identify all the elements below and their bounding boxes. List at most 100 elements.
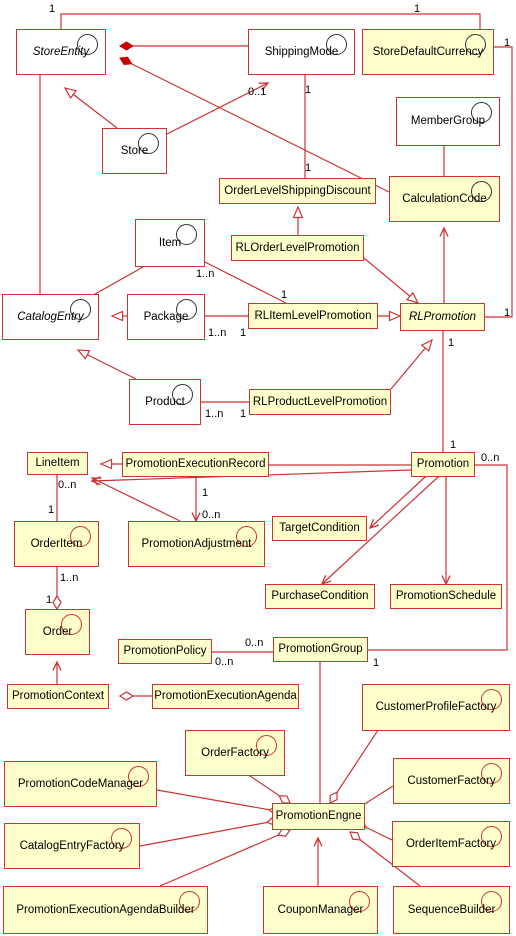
class-box-promotionengne[interactable]: PromotionEngne	[272, 803, 365, 830]
class-name-label: Package	[143, 310, 189, 323]
class-name-label: TargetCondition	[279, 522, 360, 535]
edge-item-rlitemlevelpromotion	[204, 261, 287, 304]
multiplicity-label-m-pgroup-0n-top: 0..n	[245, 637, 264, 649]
multiplicity-label-m-top-right-1: 1	[414, 3, 421, 15]
class-name-label: MemberGroup	[410, 115, 486, 128]
class-name-label: PromotionCodeManager	[17, 777, 144, 790]
multiplicity-label-m-product-1: 1	[240, 408, 247, 420]
class-box-couponmanager[interactable]: CouponManager	[263, 886, 378, 934]
class-name-label: CouponManager	[277, 903, 364, 916]
class-box-package[interactable]: Package	[127, 294, 205, 340]
class-box-storedefaultcurrency[interactable]: StoreDefaultCurrency	[362, 29, 494, 75]
class-box-order[interactable]: Order	[25, 609, 90, 655]
class-name-label: CustomerFactory	[407, 774, 496, 787]
class-name-label: StoreEntity	[32, 45, 90, 58]
class-name-label: PurchaseCondition	[271, 590, 369, 603]
multiplicity-label-m-top-left-1: 1	[49, 3, 56, 15]
multiplicity-label-m-lineitem-0n: 0..n	[58, 479, 77, 491]
edge-rlorderlevel-generalizes-rlpromotion	[363, 257, 418, 303]
class-box-product[interactable]: Product	[129, 379, 201, 425]
class-box-orderlevelshippingdiscount[interactable]: OrderLevelShippingDiscount	[219, 178, 376, 204]
class-box-store[interactable]: Store	[102, 128, 167, 174]
multiplicity-label-m-product-1n: 1..n	[205, 408, 224, 420]
multiplicity-label-m-promotion-0n: 0..n	[481, 452, 500, 464]
class-box-sequencebuilder[interactable]: SequenceBuilder	[393, 886, 510, 934]
class-box-promotioncodemanager[interactable]: PromotionCodeManager	[4, 761, 157, 807]
class-name-label: RLProductLevelPromotion	[252, 395, 388, 408]
class-name-label: PromotionExecutionAgendaBuilder	[16, 903, 195, 916]
class-name-label: RLPromotion	[408, 310, 477, 323]
class-name-label: PromotionAdjustment	[141, 537, 252, 550]
edge-store-generalizes-storeentity	[65, 88, 118, 129]
class-box-targetcondition[interactable]: TargetCondition	[272, 516, 367, 541]
class-box-promotionexecutionagendabuilder[interactable]: PromotionExecutionAgendaBuilder	[3, 886, 208, 934]
edge-catalogentryfactory-engine	[139, 820, 280, 847]
multiplicity-label-m-ppolicy-0n: 0..n	[215, 656, 234, 668]
multiplicity-label-m-rlpromotion-bot-1: 1	[448, 337, 455, 349]
class-name-label: Product	[145, 395, 185, 408]
multiplicity-label-m-sdc-right-1: 1	[504, 37, 511, 49]
class-name-label: Store	[120, 144, 149, 157]
edge-rlproductlevel-generalizes-rlpromotion	[390, 340, 432, 390]
class-box-storeentity[interactable]: StoreEntity	[16, 29, 106, 75]
edge-storeentity-top-rail	[60, 13, 481, 29]
class-name-label: CatalogEntryFactory	[19, 839, 125, 852]
multiplicity-label-m-olsd-1: 1	[305, 162, 312, 174]
class-box-purchasecondition[interactable]: PurchaseCondition	[265, 584, 375, 609]
class-name-label: OrderFactory	[201, 746, 269, 759]
class-box-promotionexecutionagenda[interactable]: PromotionExecutionAgenda	[152, 684, 299, 709]
multiplicity-label-m-promotion-top-1: 1	[450, 439, 457, 451]
class-name-label: ShippingMode	[264, 45, 339, 58]
class-box-promotioncontext[interactable]: PromotionContext	[7, 684, 109, 709]
class-box-shippingmode[interactable]: ShippingMode	[248, 29, 355, 75]
multiplicity-label-m-pgroup-1: 1	[373, 657, 380, 669]
class-name-label: PromotionExecutionRecord	[125, 458, 266, 471]
class-name-label: Order	[42, 625, 73, 638]
class-box-promotion[interactable]: Promotion	[411, 452, 475, 477]
class-box-orderitem[interactable]: OrderItem	[14, 521, 99, 567]
multiplicity-label-m-rlitem-1: 1	[281, 289, 288, 301]
multiplicity-label-m-shipmode-1: 1	[305, 84, 312, 96]
class-name-label: CalculationCode	[402, 192, 487, 205]
multiplicity-label-m-package-1n: 1..n	[208, 327, 227, 339]
multiplicity-label-m-order-1: 1	[46, 594, 53, 606]
class-name-label: RLOrderLevelPromotion	[235, 241, 360, 254]
edge-promotioncodemanager-engine	[156, 789, 282, 812]
class-box-promotionadjustment[interactable]: PromotionAdjustment	[128, 521, 265, 567]
class-box-promotionexecutionrecord[interactable]: PromotionExecutionRecord	[122, 452, 269, 477]
class-name-label: PromotionContext	[11, 690, 105, 703]
class-box-membergroup[interactable]: MemberGroup	[396, 97, 500, 146]
class-name-label: Item	[158, 236, 182, 249]
class-name-label: StoreDefaultCurrency	[372, 45, 484, 58]
class-name-label: OrderLevelShippingDiscount	[224, 184, 371, 197]
class-box-rlitemlevelpromotion[interactable]: RLItemLevelPromotion	[248, 303, 378, 329]
class-name-label: LineItem	[35, 457, 80, 470]
class-name-label: Promotion	[416, 458, 470, 471]
edge-product-generalizes-catalogentry	[78, 350, 137, 380]
class-box-customerfactory[interactable]: CustomerFactory	[393, 758, 510, 804]
edge-promotion-targetcondition	[370, 477, 425, 528]
class-box-catalogentryfactory[interactable]: CatalogEntryFactory	[4, 823, 140, 869]
class-box-customerprofilefactory[interactable]: CustomerProfileFactory	[362, 684, 510, 731]
class-box-item[interactable]: Item	[135, 219, 205, 267]
multiplicity-label-m-shipmode-01: 0..1	[248, 86, 267, 98]
class-name-label: PromotionEngne	[275, 810, 362, 823]
class-box-promotionschedule[interactable]: PromotionSchedule	[390, 584, 502, 609]
edge-promotion-promotiongroup-rail	[368, 464, 508, 651]
multiplicity-label-m-per-1: 1	[202, 487, 209, 499]
class-box-lineitem[interactable]: LineItem	[27, 452, 88, 475]
edge-orderfactory-engine	[249, 775, 290, 803]
edge-agendabuilder-engine	[159, 830, 290, 887]
class-name-label: PromotionPolicy	[123, 645, 207, 658]
class-box-orderitemfactory[interactable]: OrderItemFactory	[392, 821, 510, 867]
class-box-calculationcode[interactable]: CalculationCode	[389, 176, 500, 222]
class-box-rlproductlevelpromotion[interactable]: RLProductLevelPromotion	[249, 389, 391, 415]
uml-class-diagram: StoreEntity ShippingMode StoreDefaultCurre…	[0, 0, 516, 936]
class-box-rlpromotion[interactable]: RLPromotion	[400, 303, 485, 331]
class-box-rlorderlevelpromotion[interactable]: RLOrderLevelPromotion	[231, 235, 364, 261]
class-box-promotionpolicy[interactable]: PromotionPolicy	[118, 639, 212, 664]
class-box-promotiongroup[interactable]: PromotionGroup	[273, 637, 368, 662]
class-box-orderfactory[interactable]: OrderFactory	[185, 730, 285, 776]
multiplicity-label-m-package-1: 1	[240, 327, 247, 339]
class-box-catalogentry[interactable]: CatalogEntry	[2, 294, 99, 340]
